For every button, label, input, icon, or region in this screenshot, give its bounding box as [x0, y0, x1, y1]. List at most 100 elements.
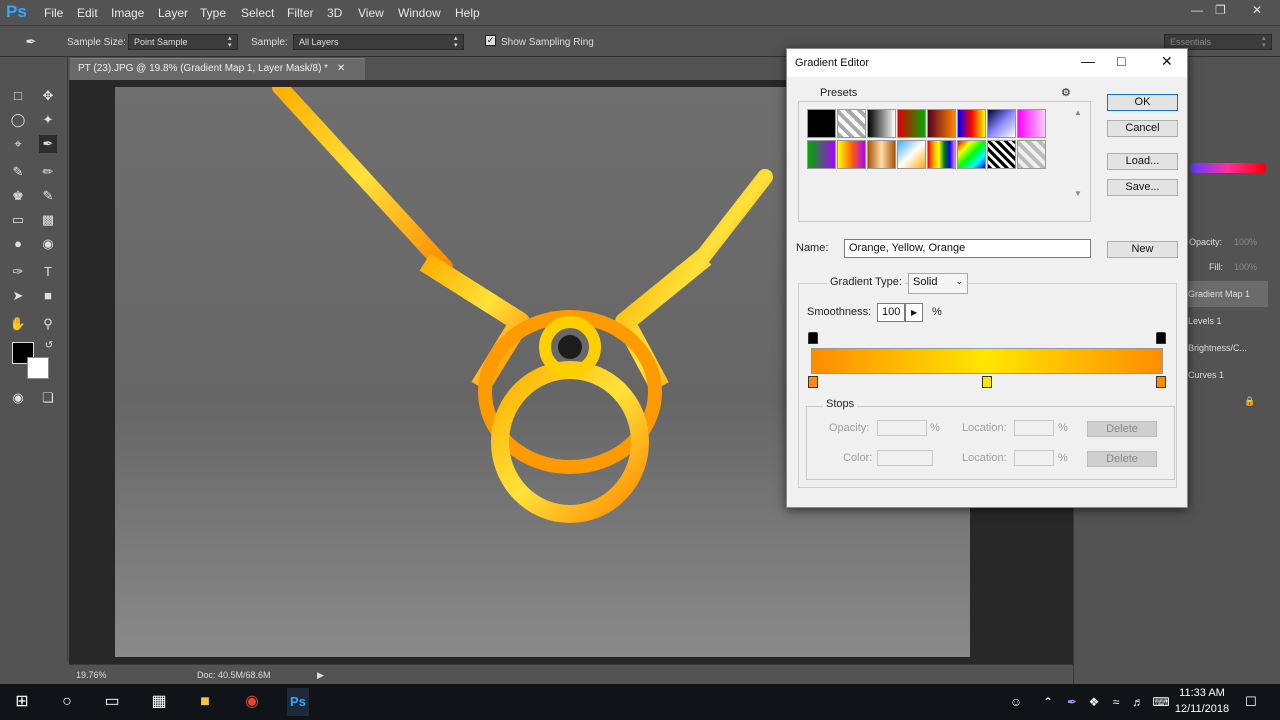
presets-settings-icon[interactable]: ⚙ — [1061, 86, 1071, 99]
rectangle-tool-icon[interactable]: ■ — [39, 287, 57, 305]
color-location-input[interactable] — [1014, 450, 1054, 466]
sample-size-select[interactable]: Point Sample — [128, 34, 238, 50]
zoom-level[interactable]: 19.76% — [76, 670, 107, 680]
show-sampling-ring-checkbox[interactable]: ✓ — [485, 35, 496, 46]
quick-mask-icon[interactable]: ◉ — [9, 389, 27, 407]
menu-file[interactable]: File — [44, 6, 63, 20]
preset-swatch[interactable] — [927, 140, 956, 169]
clock-time[interactable]: 11:33 AM — [1172, 687, 1232, 699]
zoom-tool-icon[interactable]: ⚲ — [39, 315, 57, 333]
save-button[interactable]: Save... — [1107, 179, 1178, 196]
eyedropper-icon[interactable]: ✒ — [22, 33, 40, 51]
preset-swatch[interactable] — [807, 109, 836, 138]
menu-view[interactable]: View — [358, 6, 384, 20]
pen-tool-icon[interactable]: ✑ — [9, 263, 27, 281]
minimize-icon[interactable]: — — [1191, 3, 1203, 17]
clone-stamp-icon[interactable]: ♚ — [9, 187, 27, 205]
dialog-maximize-icon[interactable]: □ — [1117, 53, 1125, 69]
healing-brush-icon[interactable]: ✎ — [9, 163, 27, 181]
load-button[interactable]: Load... — [1107, 153, 1178, 170]
marquee-tool-icon[interactable]: □ — [9, 87, 27, 105]
calculator-icon[interactable]: ▦ — [148, 692, 170, 712]
menu-3d[interactable]: 3D — [327, 6, 342, 20]
stop-color-swatch[interactable] — [877, 450, 933, 466]
new-button[interactable]: New — [1107, 241, 1178, 258]
blur-tool-icon[interactable]: ● — [9, 235, 27, 253]
delete-opacity-stop-button[interactable]: Delete — [1087, 421, 1157, 437]
dialog-close-icon[interactable]: ✕ — [1161, 53, 1173, 70]
delete-color-stop-button[interactable]: Delete — [1087, 451, 1157, 467]
preset-swatch[interactable] — [837, 109, 866, 138]
menu-help[interactable]: Help — [455, 6, 480, 20]
presets-scrollbar[interactable]: ▲ ▼ — [1071, 108, 1085, 218]
gradient-tool-icon[interactable]: ▩ — [39, 211, 57, 229]
gradient-name-input[interactable]: Orange, Yellow, Orange — [844, 239, 1091, 258]
preset-swatch[interactable] — [1017, 109, 1046, 138]
lasso-tool-icon[interactable]: ◯ — [9, 111, 27, 129]
file-explorer-icon[interactable]: ■ — [194, 692, 216, 712]
menu-layer[interactable]: Layer — [158, 6, 188, 20]
document-tab[interactable]: PT (23).JPG @ 19.8% (Gradient Map 1, Lay… — [70, 58, 365, 80]
path-selection-icon[interactable]: ➤ — [9, 287, 27, 305]
crop-tool-icon[interactable]: ⌖ — [9, 135, 27, 153]
screen-mode-icon[interactable]: ❏ — [39, 389, 57, 407]
gradient-type-select[interactable]: Solid ⌄ — [908, 273, 968, 294]
dodge-tool-icon[interactable]: ◉ — [39, 235, 57, 253]
layer-brightness[interactable]: Brightness/C... — [1188, 335, 1268, 361]
clock-date[interactable]: 12/11/2018 — [1172, 703, 1232, 715]
move-tool-icon[interactable]: ✥ — [39, 87, 57, 105]
preset-swatch[interactable] — [987, 109, 1016, 138]
menu-select[interactable]: Select — [241, 6, 274, 20]
stop-opacity-input[interactable] — [877, 420, 927, 436]
layer-curves[interactable]: Curves 1 — [1188, 362, 1268, 388]
swap-colors-icon[interactable]: ↺ — [40, 337, 58, 355]
cortana-search-icon[interactable]: ○ — [56, 692, 78, 712]
type-tool-icon[interactable]: T — [39, 263, 57, 281]
layer-opacity-value[interactable]: 100% — [1234, 237, 1257, 247]
preset-swatch[interactable] — [807, 140, 836, 169]
preset-swatch[interactable] — [867, 109, 896, 138]
preset-swatch[interactable] — [1017, 140, 1046, 169]
smoothness-arrow-icon[interactable]: ▶ — [905, 303, 923, 322]
ok-button[interactable]: OK — [1107, 94, 1178, 111]
color-spectrum[interactable] — [1191, 163, 1265, 173]
preset-swatch[interactable] — [957, 140, 986, 169]
close-tab-icon[interactable]: ✕ — [337, 63, 345, 74]
layer-gradient-map[interactable]: Gradient Map 1 — [1188, 281, 1268, 307]
people-icon[interactable]: ☺ — [1005, 692, 1027, 712]
preset-swatch[interactable] — [957, 109, 986, 138]
photoshop-taskbar-icon[interactable]: Ps — [287, 688, 309, 716]
chrome-icon[interactable]: ◉ — [241, 692, 263, 712]
opacity-location-input[interactable] — [1014, 420, 1054, 436]
magic-wand-icon[interactable]: ✦ — [39, 111, 57, 129]
color-stop-left[interactable] — [808, 376, 818, 388]
opacity-stop-right[interactable] — [1156, 332, 1166, 344]
preset-swatch[interactable] — [897, 140, 926, 169]
volume-icon[interactable]: ♬ — [1127, 692, 1149, 712]
cancel-button[interactable]: Cancel — [1107, 120, 1178, 137]
history-brush-icon[interactable]: ✎ — [39, 187, 57, 205]
gradient-preview-bar[interactable] — [811, 348, 1163, 374]
preset-swatch[interactable] — [987, 140, 1016, 169]
opacity-stop-left[interactable] — [808, 332, 818, 344]
tray-chevron-icon[interactable]: ⌃ — [1037, 692, 1059, 712]
menu-window[interactable]: Window — [398, 6, 441, 20]
preset-swatch[interactable] — [837, 140, 866, 169]
menu-image[interactable]: Image — [111, 6, 144, 20]
close-icon[interactable]: ✕ — [1252, 3, 1262, 17]
status-menu-arrow-icon[interactable]: ▶ — [317, 670, 324, 681]
dialog-minimize-icon[interactable]: — — [1081, 53, 1095, 69]
windows-start-icon[interactable]: ⊞ — [11, 692, 33, 712]
background-color-swatch[interactable] — [27, 357, 49, 379]
brush-tool-icon[interactable]: ✏ — [39, 163, 57, 181]
preset-swatch[interactable] — [867, 140, 896, 169]
color-stop-middle[interactable] — [982, 376, 992, 388]
layer-levels[interactable]: Levels 1 — [1188, 308, 1268, 334]
smoothness-input[interactable]: 100 — [877, 303, 905, 322]
preset-swatch[interactable] — [927, 109, 956, 138]
keyboard-icon[interactable]: ⌨ — [1150, 692, 1172, 712]
task-view-icon[interactable]: ▭ — [101, 692, 123, 712]
hand-tool-icon[interactable]: ✋ — [9, 315, 27, 333]
eyedropper-tool-icon[interactable]: ✒ — [39, 135, 57, 153]
menu-edit[interactable]: Edit — [77, 6, 98, 20]
